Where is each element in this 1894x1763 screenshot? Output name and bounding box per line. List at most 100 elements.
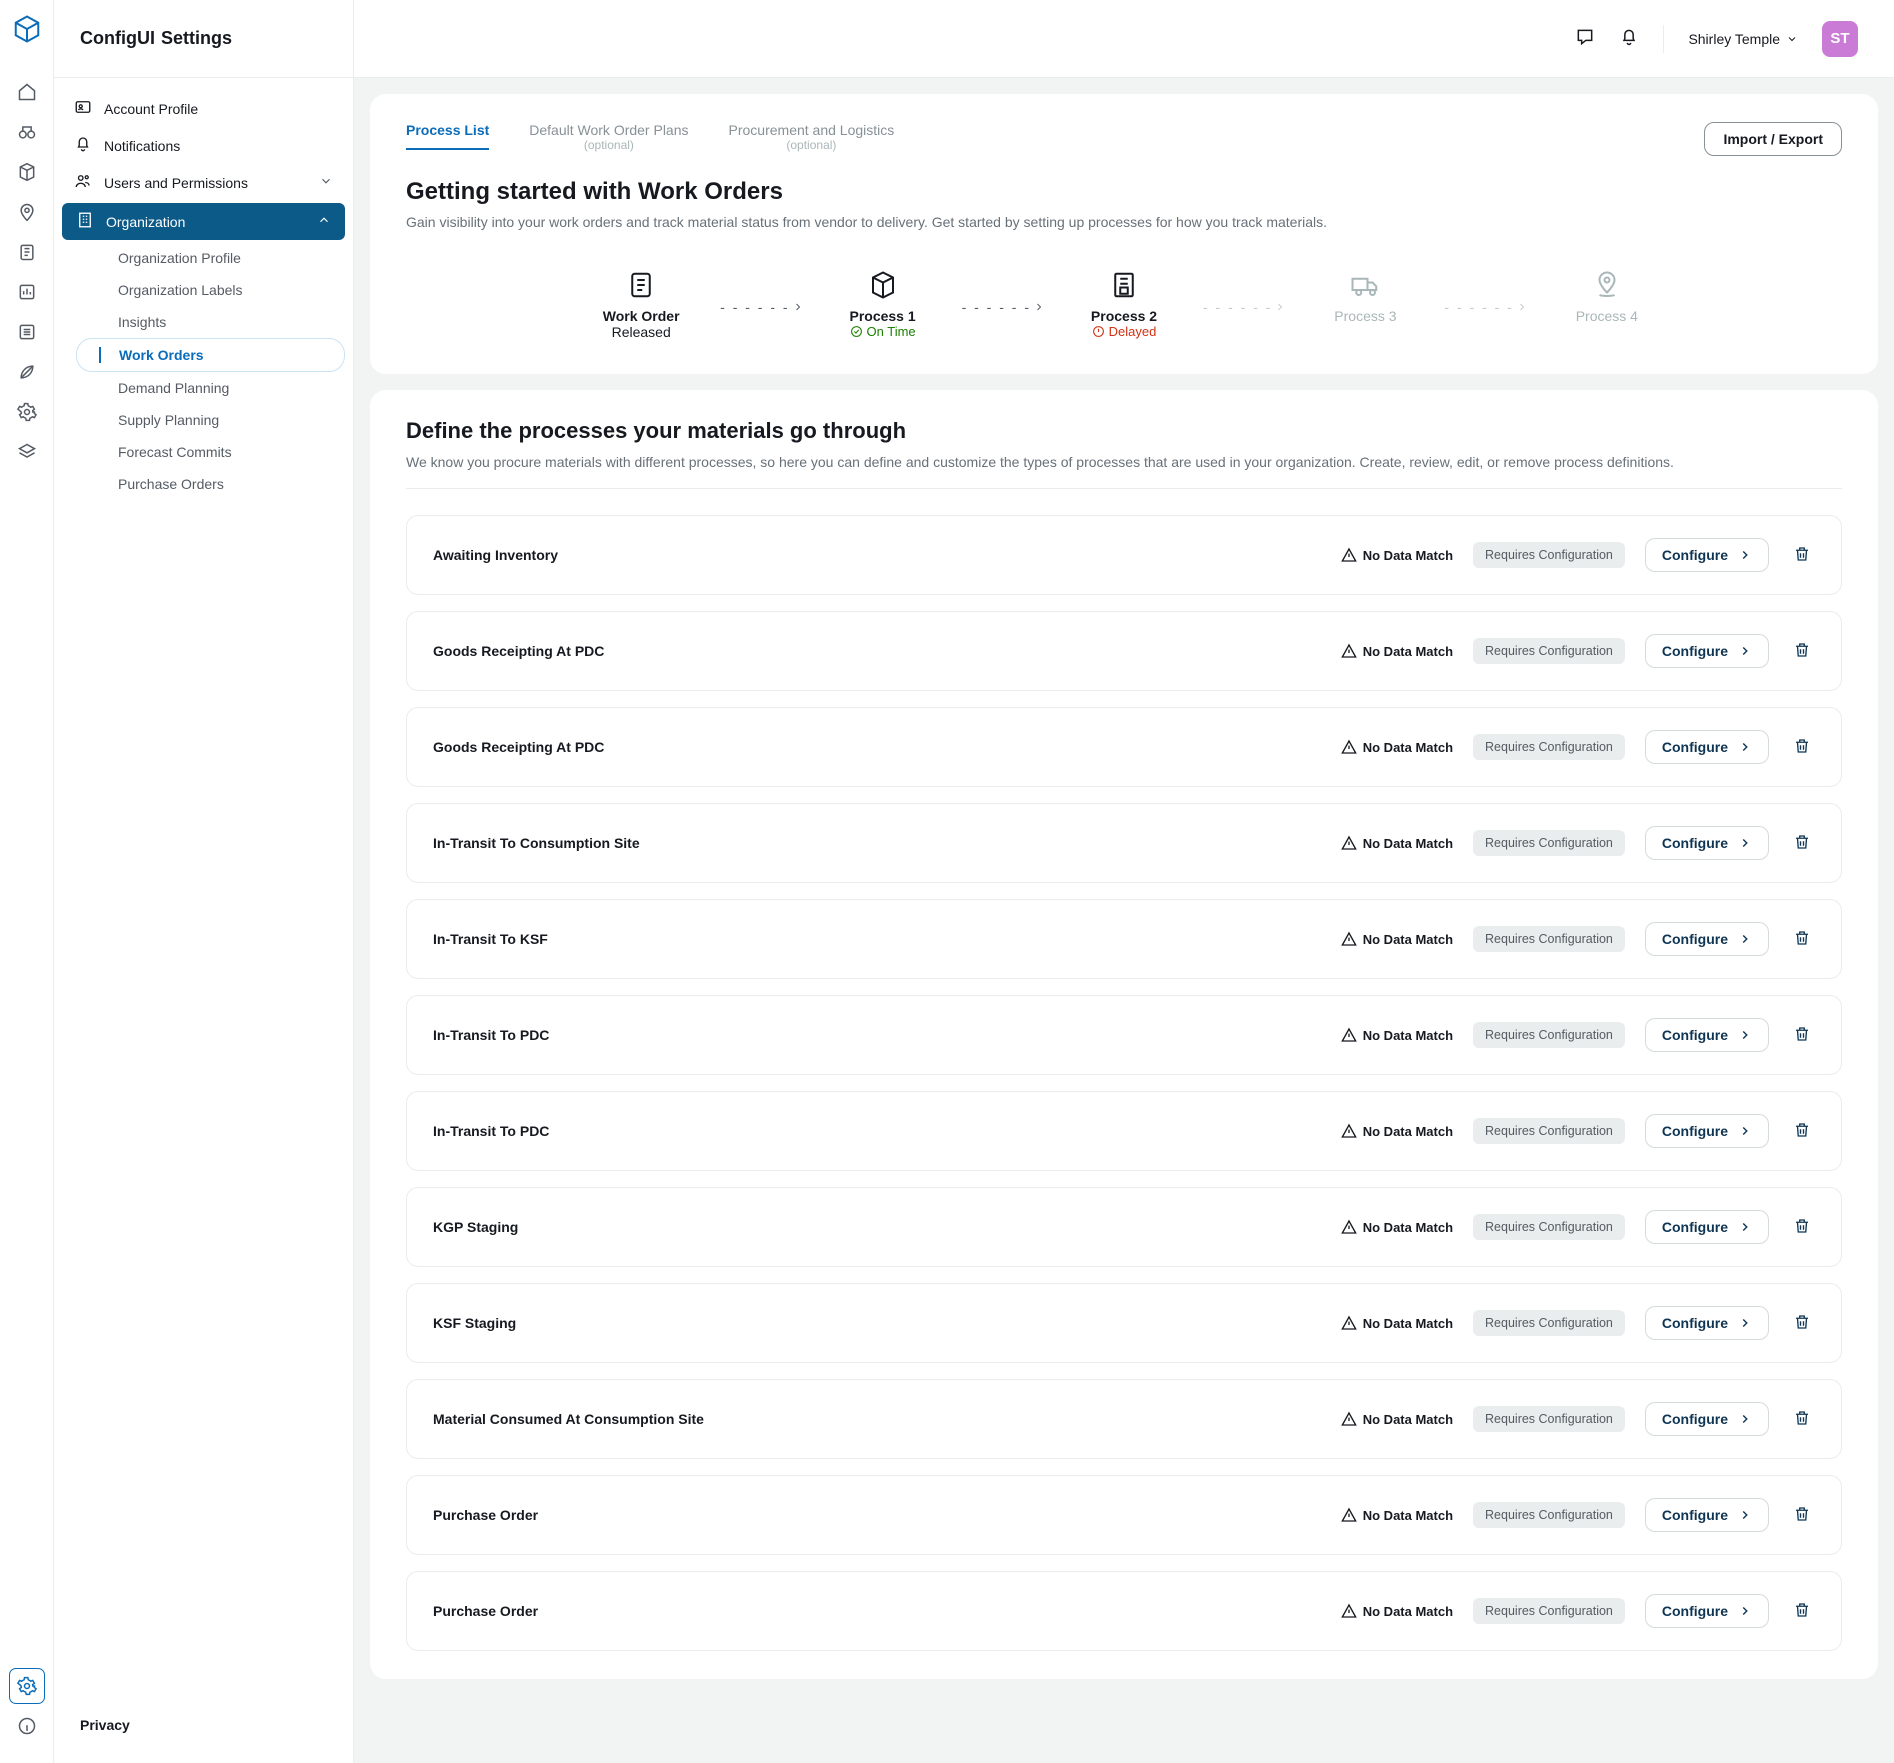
chevron-right-icon (1738, 1316, 1752, 1330)
rail-info-icon[interactable] (10, 1709, 44, 1743)
avatar[interactable]: ST (1822, 21, 1858, 57)
rail-gear-icon[interactable] (10, 395, 44, 429)
rail-clipboard-icon[interactable] (10, 235, 44, 269)
rail-analytics-icon[interactable] (10, 275, 44, 309)
side-list: Account Profile Notifications Users and … (54, 78, 353, 1697)
stepper: Work Order Released - - - - - - Process … (406, 270, 1842, 340)
warning-icon (1341, 547, 1357, 563)
delete-button[interactable] (1789, 1501, 1815, 1530)
rail-leaf-icon[interactable] (10, 355, 44, 389)
no-data-match: No Data Match (1341, 739, 1453, 755)
configure-button[interactable]: Configure (1645, 1498, 1769, 1532)
sub-item-insights[interactable]: Insights (68, 306, 353, 338)
configure-button[interactable]: Configure (1645, 538, 1769, 572)
delete-button[interactable] (1789, 1597, 1815, 1626)
app-prefix: ConfigUI (80, 28, 155, 49)
process-row: Purchase OrderNo Data MatchRequires Conf… (406, 1571, 1842, 1651)
configure-button[interactable]: Configure (1645, 730, 1769, 764)
sub-item-supply-planning[interactable]: Supply Planning (68, 404, 353, 436)
delete-button[interactable] (1789, 829, 1815, 858)
process-row: In-Transit To Consumption SiteNo Data Ma… (406, 803, 1842, 883)
rail-settings-icon[interactable] (10, 1669, 44, 1703)
icon-rail (0, 0, 54, 1763)
delete-button[interactable] (1789, 637, 1815, 666)
delete-button[interactable] (1789, 733, 1815, 762)
delete-button[interactable] (1789, 1021, 1815, 1050)
step-status: On Time (818, 324, 948, 339)
no-data-match: No Data Match (1341, 1315, 1453, 1331)
tab-label: Default Work Order Plans (529, 122, 688, 138)
rail-cube-icon[interactable] (10, 155, 44, 189)
delete-button[interactable] (1789, 925, 1815, 954)
user-menu[interactable]: Shirley Temple (1688, 31, 1798, 47)
delete-button[interactable] (1789, 1309, 1815, 1338)
configure-button[interactable]: Configure (1645, 1402, 1769, 1436)
divider (1663, 25, 1664, 53)
step-sub: Released (576, 324, 706, 340)
configure-button[interactable]: Configure (1645, 1594, 1769, 1628)
hero-card: Process List Default Work Order Plans (o… (370, 94, 1878, 374)
chevron-down-icon (1786, 33, 1798, 45)
trash-icon (1793, 1505, 1811, 1523)
process-row: In-Transit To KSFNo Data MatchRequires C… (406, 899, 1842, 979)
chevron-right-icon (1738, 644, 1752, 658)
requires-config-badge: Requires Configuration (1473, 1502, 1625, 1528)
process-name: KGP Staging (433, 1219, 1321, 1235)
define-subtitle: We know you procure materials with diffe… (406, 454, 1842, 470)
rail-layers-icon[interactable] (10, 435, 44, 469)
warning-icon (1341, 1027, 1357, 1043)
arrow-icon: - - - - - - (720, 295, 803, 315)
trash-icon (1793, 737, 1811, 755)
bell-icon[interactable] (1619, 27, 1639, 50)
chevron-right-icon (1738, 1028, 1752, 1042)
rail-home-icon[interactable] (10, 75, 44, 109)
process-name: KSF Staging (433, 1315, 1321, 1331)
no-data-match: No Data Match (1341, 547, 1453, 563)
side-item-notifications[interactable]: Notifications (54, 127, 353, 164)
chevron-up-icon (317, 213, 331, 230)
configure-button[interactable]: Configure (1645, 922, 1769, 956)
tab-procurement-logistics[interactable]: Procurement and Logistics (optional) (729, 122, 895, 152)
sub-item-organization-labels[interactable]: Organization Labels (68, 274, 353, 306)
side-item-organization[interactable]: Organization (62, 203, 345, 240)
tab-process-list[interactable]: Process List (406, 122, 489, 150)
configure-button[interactable]: Configure (1645, 1018, 1769, 1052)
sub-item-demand-planning[interactable]: Demand Planning (68, 372, 353, 404)
sub-item-purchase-orders[interactable]: Purchase Orders (68, 468, 353, 500)
sub-item-organization-profile[interactable]: Organization Profile (68, 242, 353, 274)
bell-icon (74, 135, 92, 156)
chevron-right-icon (1738, 1604, 1752, 1618)
configure-button[interactable]: Configure (1645, 634, 1769, 668)
status-label: On Time (867, 324, 916, 339)
tab-default-plans[interactable]: Default Work Order Plans (optional) (529, 122, 688, 152)
delete-button[interactable] (1789, 1117, 1815, 1146)
side-item-users-permissions[interactable]: Users and Permissions (54, 164, 353, 201)
sub-item-work-orders[interactable]: Work Orders (76, 338, 345, 372)
rail-map-pin-icon[interactable] (10, 195, 44, 229)
side-footer-privacy[interactable]: Privacy (54, 1697, 353, 1763)
side-item-label: Users and Permissions (104, 175, 248, 191)
configure-button[interactable]: Configure (1645, 1210, 1769, 1244)
step-label: Process 2 (1059, 308, 1189, 324)
requires-config-badge: Requires Configuration (1473, 638, 1625, 664)
side-item-account-profile[interactable]: Account Profile (54, 90, 353, 127)
step-process-3: Process 3 (1300, 270, 1430, 324)
requires-config-badge: Requires Configuration (1473, 830, 1625, 856)
cube-icon (818, 270, 948, 300)
rail-binoculars-icon[interactable] (10, 115, 44, 149)
configure-button[interactable]: Configure (1645, 1114, 1769, 1148)
import-export-button[interactable]: Import / Export (1704, 122, 1842, 156)
process-row: Goods Receipting At PDCNo Data MatchRequ… (406, 707, 1842, 787)
process-row: Material Consumed At Consumption SiteNo … (406, 1379, 1842, 1459)
configure-button[interactable]: Configure (1645, 826, 1769, 860)
status-label: Delayed (1109, 324, 1157, 339)
feedback-icon[interactable] (1575, 27, 1595, 50)
delete-button[interactable] (1789, 1213, 1815, 1242)
no-data-match: No Data Match (1341, 643, 1453, 659)
rail-list-icon[interactable] (10, 315, 44, 349)
delete-button[interactable] (1789, 1405, 1815, 1434)
sub-item-forecast-commits[interactable]: Forecast Commits (68, 436, 353, 468)
process-row: KGP StagingNo Data MatchRequires Configu… (406, 1187, 1842, 1267)
configure-button[interactable]: Configure (1645, 1306, 1769, 1340)
delete-button[interactable] (1789, 541, 1815, 570)
